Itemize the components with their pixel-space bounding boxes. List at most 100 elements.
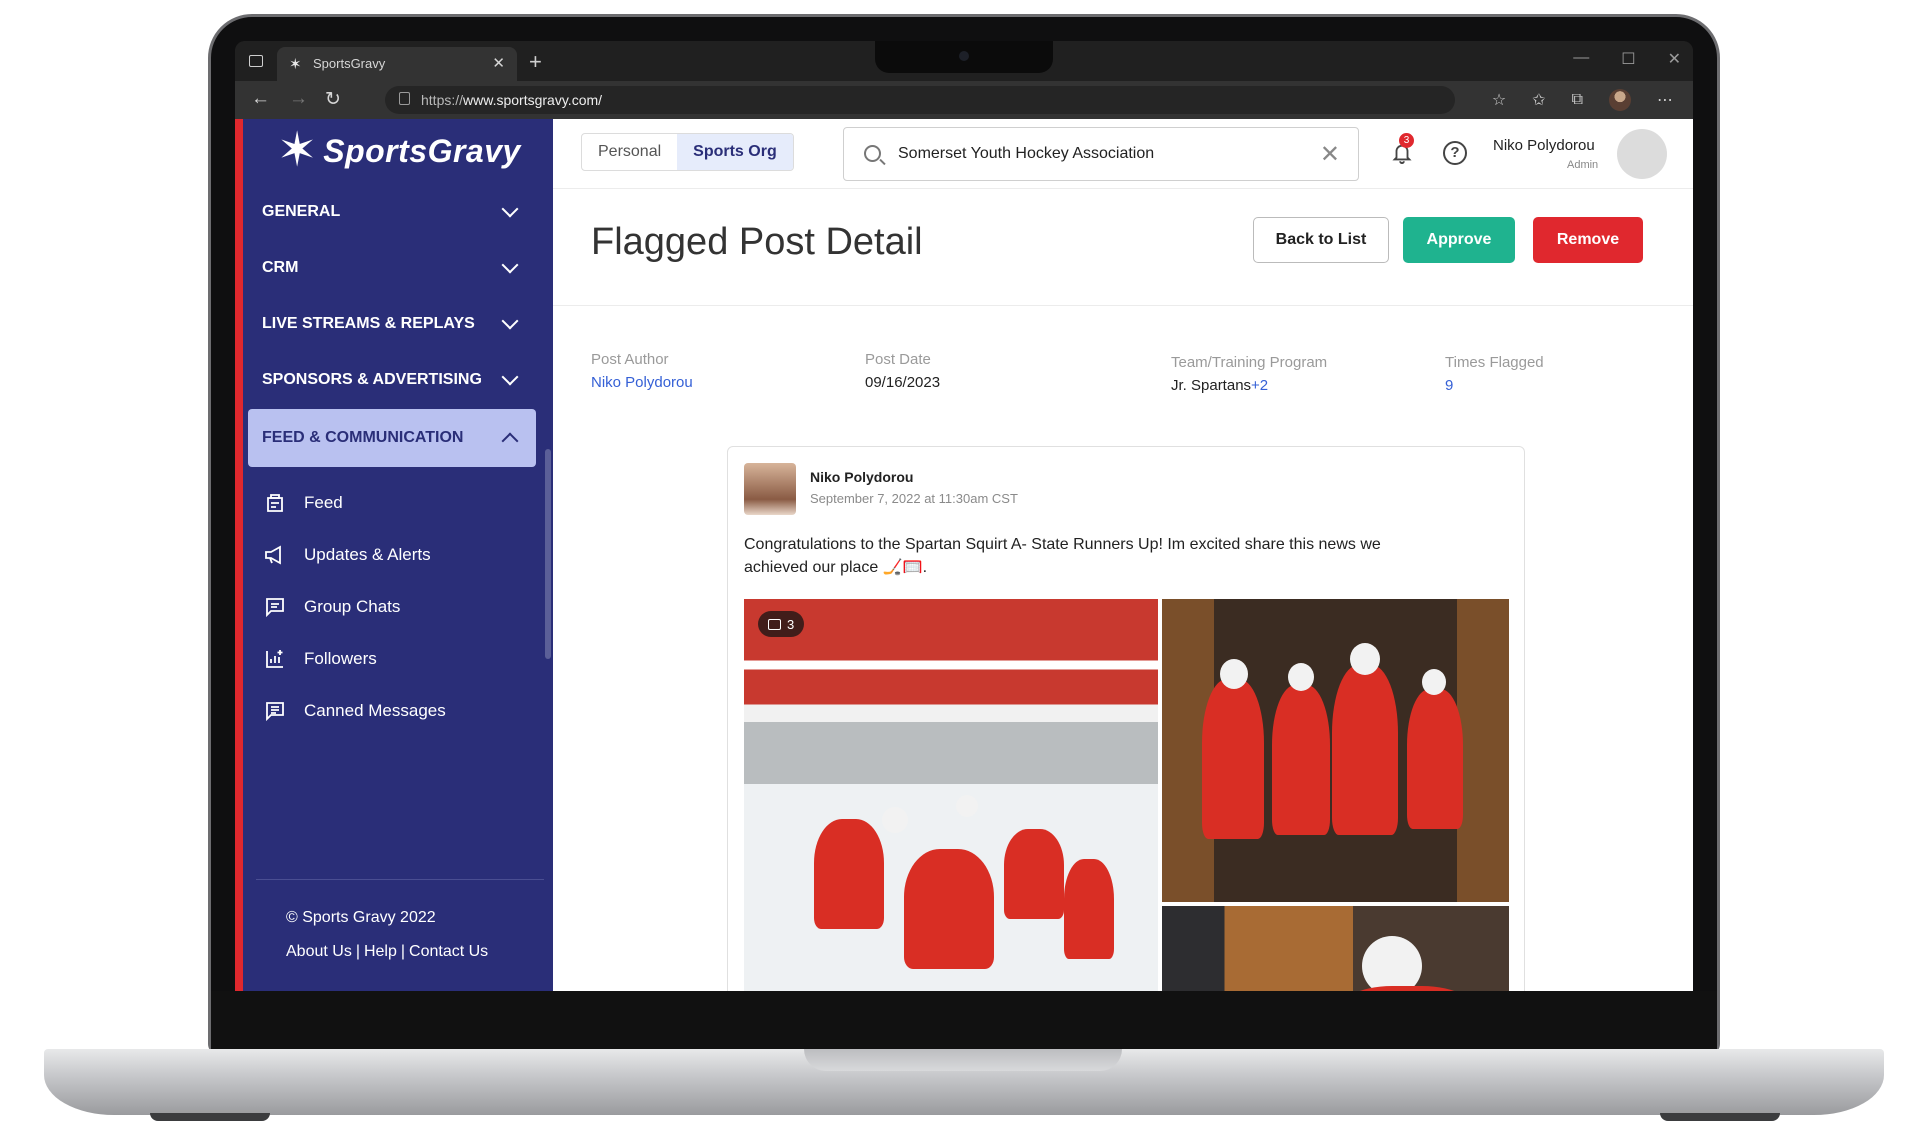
logo-star-icon: ✶	[277, 124, 318, 177]
maximize-icon[interactable]: ☐	[1621, 49, 1635, 69]
url-field[interactable]: https://www.sportsgravy.com/	[385, 86, 1455, 114]
footer-links: About Us | Help | Contact Us	[286, 943, 488, 961]
refresh-icon[interactable]: ↻	[325, 88, 341, 111]
organization-search[interactable]: Somerset Youth Hockey Association ✕	[843, 127, 1359, 181]
back-arrow-icon[interactable]: ←	[251, 88, 270, 110]
forward-arrow-icon[interactable]: →	[289, 88, 308, 110]
meta-label: Times Flagged	[1445, 354, 1544, 371]
sidebar-item-group-chats[interactable]: Group Chats	[262, 587, 522, 627]
nav-live-streams[interactable]: LIVE STREAMS & REPLAYS	[248, 295, 536, 353]
player-figure	[1272, 685, 1330, 835]
team-value: Jr. Spartans+2	[1171, 377, 1327, 394]
remove-button[interactable]: Remove	[1533, 217, 1643, 263]
player-figure	[1202, 679, 1264, 839]
helmet-figure	[956, 795, 978, 817]
sidebar-divider	[256, 879, 544, 880]
browser-toolbar-icons: ☆ ✩ ⧉ ⋯	[1492, 89, 1673, 111]
meta-label: Post Author	[591, 351, 669, 368]
post-author-name[interactable]: Niko Polydorou	[810, 469, 913, 485]
sidebar-item-feed[interactable]: Feed	[262, 483, 522, 523]
sidebar-accent-bar	[235, 119, 243, 991]
toggle-personal[interactable]: Personal	[582, 134, 677, 170]
chevron-up-icon	[501, 432, 519, 450]
helmet-figure	[882, 807, 908, 833]
post-timestamp: September 7, 2022 at 11:30am CST	[810, 491, 1018, 506]
post-image-rink[interactable]: 3	[744, 599, 1158, 991]
approve-button[interactable]: Approve	[1403, 217, 1515, 263]
clear-search-icon[interactable]: ✕	[1320, 140, 1340, 169]
post-author-avatar[interactable]	[744, 463, 796, 515]
meta-label: Post Date	[865, 351, 931, 368]
help-icon[interactable]: ?	[1443, 141, 1467, 165]
post-author-link[interactable]: Niko Polydorou	[591, 374, 693, 391]
search-icon	[864, 145, 881, 162]
sidebar: ✶ SportsGravy GENERAL CRM LIVE STREAMS &…	[243, 119, 553, 991]
collections-icon[interactable]: ⧉	[1572, 91, 1583, 109]
player-figure	[1407, 689, 1463, 829]
user-avatar[interactable]	[1617, 129, 1667, 179]
account-toggle: Personal Sports Org	[581, 133, 794, 171]
chart-plus-icon	[262, 646, 288, 672]
about-us-link[interactable]: About Us	[286, 943, 352, 961]
player-figure	[1332, 986, 1482, 991]
nav-label: CRM	[262, 259, 299, 276]
nav-label: FEED & COMMUNICATION	[262, 429, 464, 446]
contact-us-link[interactable]: Contact Us	[409, 943, 488, 961]
meta-times-flagged: Times Flagged 9	[1445, 354, 1544, 394]
player-figure	[1004, 829, 1064, 919]
search-input[interactable]: Somerset Youth Hockey Association	[898, 145, 1154, 163]
user-role: Admin	[1567, 159, 1599, 171]
sportsgravy-logo[interactable]: ✶ SportsGravy	[277, 127, 521, 175]
browser-address-bar: ← → ↻ https://www.sportsgravy.com/ ☆ ✩ ⧉…	[235, 81, 1693, 119]
sidebar-item-label: Canned Messages	[304, 701, 446, 720]
add-favorite-icon[interactable]: ☆	[1492, 90, 1506, 110]
close-tab-icon[interactable]: ✕	[492, 54, 505, 72]
close-window-icon[interactable]: ✕	[1668, 49, 1681, 69]
post-image-locker-room[interactable]	[1162, 599, 1509, 902]
chevron-down-icon	[501, 368, 519, 386]
laptop-base-notch	[804, 1049, 1122, 1071]
back-to-list-button[interactable]: Back to List	[1253, 217, 1389, 263]
user-name[interactable]: Niko Polydorou	[1493, 137, 1595, 154]
sidebar-scrollbar[interactable]	[545, 449, 551, 659]
favorites-icon[interactable]: ✩	[1532, 90, 1545, 110]
sidebar-item-label: Followers	[304, 649, 377, 668]
main-content: Flagged Post Detail Back to List Approve…	[553, 189, 1693, 991]
times-flagged-value[interactable]: 9	[1445, 377, 1544, 394]
nav-feed-communication[interactable]: FEED & COMMUNICATION	[248, 409, 536, 467]
post-text: Congratulations to the Spartan Squirt A-…	[744, 536, 1381, 576]
player-figure	[904, 849, 994, 969]
link-separator: |	[400, 943, 406, 960]
profile-avatar-icon[interactable]	[1609, 89, 1631, 111]
new-tab-icon[interactable]: +	[529, 49, 542, 75]
more-menu-icon[interactable]: ⋯	[1657, 90, 1673, 110]
image-count-badge: 3	[758, 611, 805, 637]
nav-general[interactable]: GENERAL	[248, 183, 536, 241]
help-link[interactable]: Help	[364, 943, 397, 961]
notification-badge: 3	[1399, 133, 1414, 148]
tab-actions-icon[interactable]	[249, 55, 263, 67]
logo-text: SportsGravy	[323, 132, 521, 169]
browser-tab[interactable]: ✶ SportsGravy ✕	[277, 47, 517, 81]
post-image-player-closeup[interactable]	[1162, 906, 1509, 991]
copyright-text: © Sports Gravy 2022	[286, 909, 436, 926]
sportsgravy-favicon-icon: ✶	[289, 56, 302, 73]
camera-icon	[959, 51, 969, 61]
toggle-sports-org[interactable]: Sports Org	[677, 134, 793, 170]
sidebar-item-label: Feed	[304, 493, 343, 512]
nav-crm[interactable]: CRM	[248, 239, 536, 297]
app-topbar: Personal Sports Org Somerset Youth Hocke…	[553, 119, 1693, 189]
team-more-link[interactable]: +2	[1251, 377, 1268, 394]
minimize-icon[interactable]: —	[1573, 49, 1589, 69]
team-name: Jr. Spartans	[1171, 377, 1252, 394]
meta-post-author: Post Author Niko Polydorou	[591, 351, 693, 391]
player-figure	[814, 819, 884, 929]
player-figure	[1332, 665, 1398, 835]
megaphone-icon	[262, 542, 288, 568]
sidebar-item-updates-alerts[interactable]: Updates & Alerts	[262, 535, 522, 575]
sidebar-item-followers[interactable]: Followers	[262, 639, 522, 679]
chevron-down-icon	[501, 256, 519, 274]
nav-sponsors[interactable]: SPONSORS & ADVERTISING	[248, 351, 536, 409]
sidebar-item-canned-messages[interactable]: Canned Messages	[262, 691, 522, 731]
meta-post-date: Post Date 09/16/2023	[865, 351, 940, 391]
